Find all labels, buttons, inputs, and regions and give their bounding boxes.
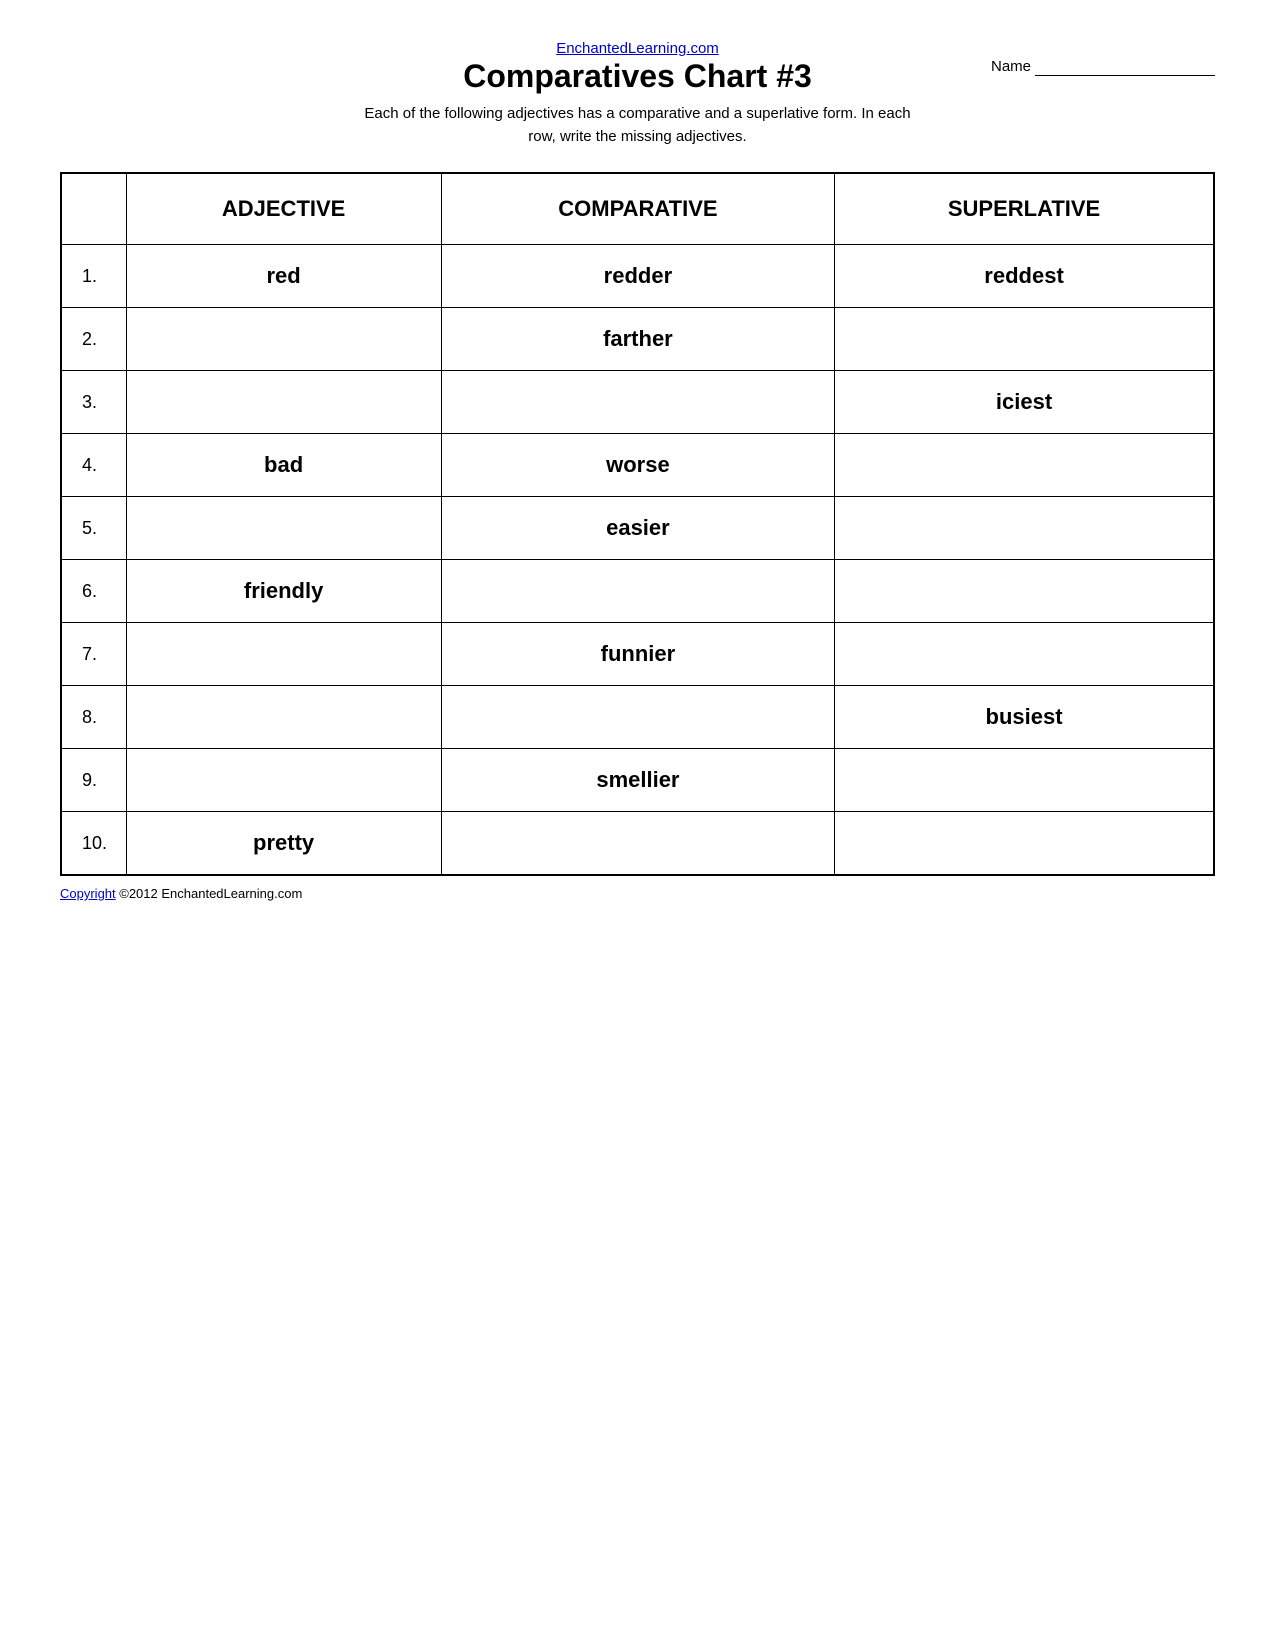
cell-comparative: redder bbox=[441, 245, 834, 308]
footer-year: ©2012 EnchantedLearning.com bbox=[116, 886, 303, 901]
cell-superlative bbox=[835, 812, 1214, 876]
table-row: 8. busiest bbox=[61, 686, 1214, 749]
cell-adjective: bad bbox=[126, 434, 441, 497]
table-row: 3. iciest bbox=[61, 371, 1214, 434]
cell-adjective: red bbox=[126, 245, 441, 308]
cell-superlative: busiest bbox=[835, 686, 1214, 749]
row-number: 1. bbox=[61, 245, 126, 308]
row-number: 4. bbox=[61, 434, 126, 497]
table-row: 1.redredderreddest bbox=[61, 245, 1214, 308]
col-header-superlative: SUPERLATIVE bbox=[835, 173, 1214, 245]
cell-comparative bbox=[441, 371, 834, 434]
cell-comparative bbox=[441, 686, 834, 749]
name-field: Name bbox=[991, 58, 1215, 76]
row-number: 7. bbox=[61, 623, 126, 686]
cell-comparative: worse bbox=[441, 434, 834, 497]
cell-comparative bbox=[441, 812, 834, 876]
cell-comparative bbox=[441, 560, 834, 623]
footer-copyright-link[interactable]: Copyright bbox=[60, 886, 116, 901]
row-number: 3. bbox=[61, 371, 126, 434]
table-row: 2. farther bbox=[61, 308, 1214, 371]
cell-comparative: funnier bbox=[441, 623, 834, 686]
cell-superlative: reddest bbox=[835, 245, 1214, 308]
table-row: 9. smellier bbox=[61, 749, 1214, 812]
row-number: 5. bbox=[61, 497, 126, 560]
cell-adjective bbox=[126, 749, 441, 812]
cell-superlative bbox=[835, 434, 1214, 497]
comparatives-table: ADJECTIVE COMPARATIVE SUPERLATIVE 1.redr… bbox=[60, 172, 1215, 876]
cell-adjective bbox=[126, 623, 441, 686]
cell-comparative: easier bbox=[441, 497, 834, 560]
col-header-comparative: COMPARATIVE bbox=[441, 173, 834, 245]
cell-adjective bbox=[126, 686, 441, 749]
table-row: 6.friendly bbox=[61, 560, 1214, 623]
cell-superlative bbox=[835, 560, 1214, 623]
cell-superlative: iciest bbox=[835, 371, 1214, 434]
row-number: 6. bbox=[61, 560, 126, 623]
table-row: 7. funnier bbox=[61, 623, 1214, 686]
page-title: Comparatives Chart #3 bbox=[463, 58, 812, 95]
row-number: 8. bbox=[61, 686, 126, 749]
site-link[interactable]: EnchantedLearning.com bbox=[556, 40, 719, 57]
table-row: 4.badworse bbox=[61, 434, 1214, 497]
table-header-row: ADJECTIVE COMPARATIVE SUPERLATIVE bbox=[61, 173, 1214, 245]
row-number: 9. bbox=[61, 749, 126, 812]
cell-adjective bbox=[126, 497, 441, 560]
row-number: 10. bbox=[61, 812, 126, 876]
col-header-num bbox=[61, 173, 126, 245]
cell-adjective: pretty bbox=[126, 812, 441, 876]
footer: Copyright ©2012 EnchantedLearning.com bbox=[60, 886, 1215, 901]
table-row: 10.pretty bbox=[61, 812, 1214, 876]
cell-adjective: friendly bbox=[126, 560, 441, 623]
cell-comparative: farther bbox=[441, 308, 834, 371]
cell-superlative bbox=[835, 497, 1214, 560]
subtitle: Each of the following adjectives has a c… bbox=[60, 103, 1215, 148]
col-header-adjective: ADJECTIVE bbox=[126, 173, 441, 245]
cell-comparative: smellier bbox=[441, 749, 834, 812]
table-row: 5. easier bbox=[61, 497, 1214, 560]
cell-adjective bbox=[126, 308, 441, 371]
cell-superlative bbox=[835, 749, 1214, 812]
row-number: 2. bbox=[61, 308, 126, 371]
cell-adjective bbox=[126, 371, 441, 434]
cell-superlative bbox=[835, 623, 1214, 686]
cell-superlative bbox=[835, 308, 1214, 371]
